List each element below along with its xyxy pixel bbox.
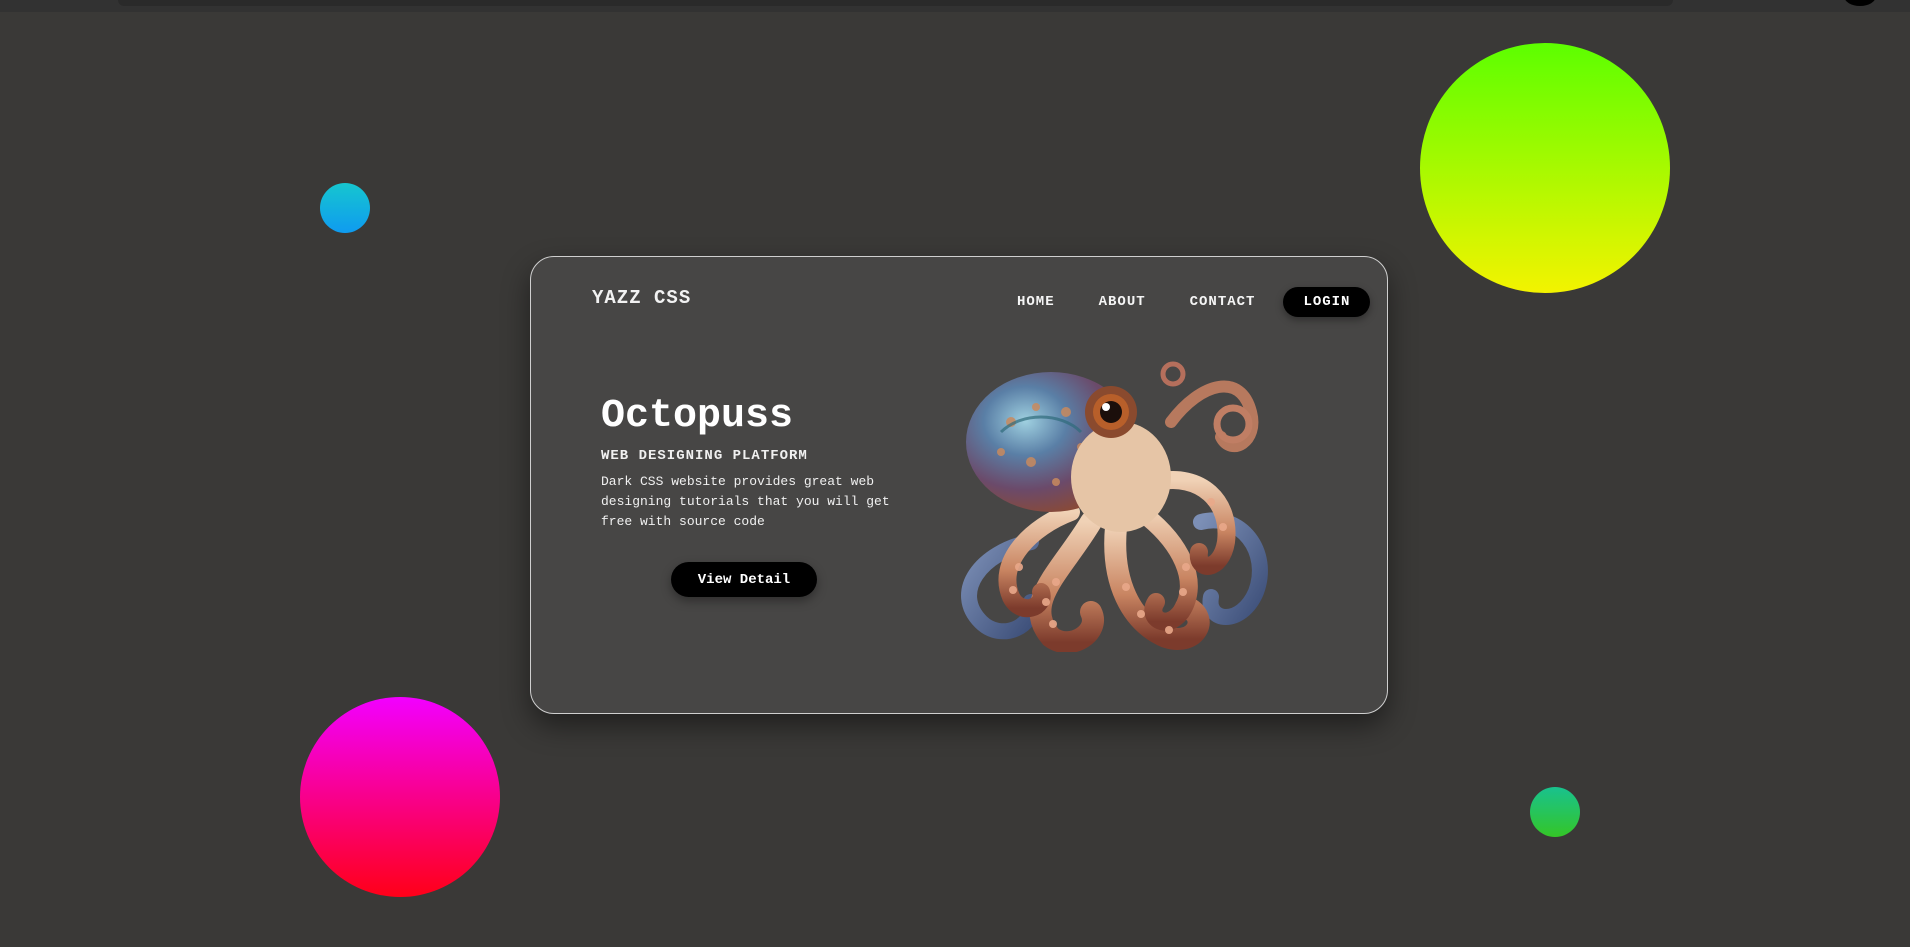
nav-contact[interactable]: CONTACT xyxy=(1174,288,1272,316)
hero-card: YAZZ CSS HOME ABOUT CONTACT LOGIN Octopu… xyxy=(530,256,1388,714)
decorative-circle-magenta xyxy=(300,697,500,897)
hero-subtitle: WEB DESIGNING PLATFORM xyxy=(601,448,808,464)
site-logo[interactable]: YAZZ CSS xyxy=(592,287,691,309)
decorative-circle-lime xyxy=(1420,43,1670,293)
login-button[interactable]: LOGIN xyxy=(1283,287,1371,317)
view-detail-button[interactable]: View Detail xyxy=(671,562,817,597)
nav-home[interactable]: HOME xyxy=(1001,288,1071,316)
octopus-illustration xyxy=(961,361,1268,652)
main-nav: HOME ABOUT CONTACT LOGIN xyxy=(1001,287,1371,317)
nav-about[interactable]: ABOUT xyxy=(1083,288,1162,316)
hero-title: Octopuss xyxy=(601,394,794,439)
decorative-circle-cyan xyxy=(320,183,370,233)
hero-description: Dark CSS website provides great web desi… xyxy=(601,474,890,529)
decorative-circle-green xyxy=(1530,787,1580,837)
top-scroll-bar xyxy=(118,0,1673,6)
